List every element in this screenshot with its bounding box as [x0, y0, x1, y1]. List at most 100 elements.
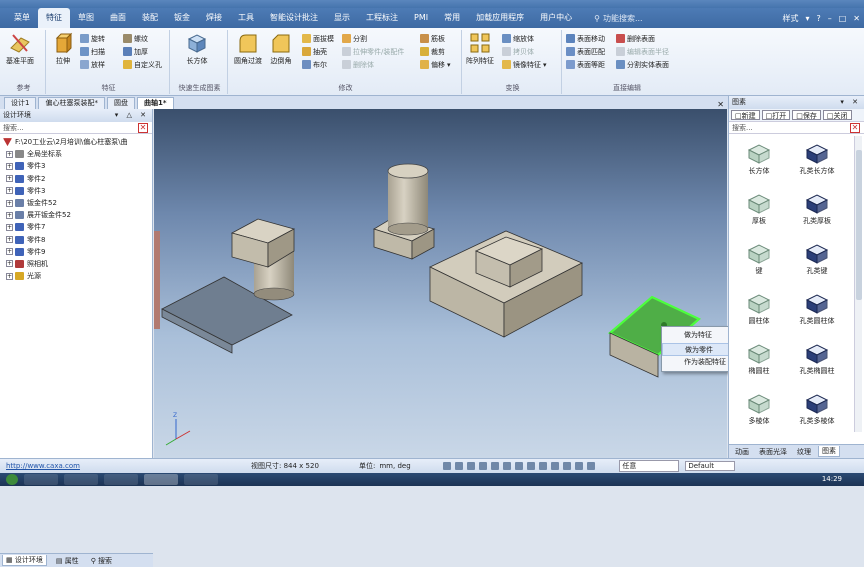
- doc-tab-disc[interactable]: 圆盘: [106, 97, 135, 109]
- website-link[interactable]: http://www.caxa.com: [6, 462, 251, 470]
- menu-tab-user-center[interactable]: 用户中心: [532, 8, 580, 28]
- library-open-button[interactable]: □打开: [761, 110, 791, 120]
- tree-item[interactable]: + 零件3: [0, 185, 152, 197]
- offset-dropdown-icon[interactable]: ▾: [447, 61, 451, 69]
- help-icon[interactable]: ?: [816, 14, 820, 23]
- delete-face-button[interactable]: 删除表面: [616, 33, 655, 44]
- menu-tab-drawing[interactable]: 工程标注: [358, 8, 406, 28]
- draft-button[interactable]: 面拔模: [302, 33, 334, 44]
- menu-tab-sheetmetal[interactable]: 钣金: [166, 8, 198, 28]
- library-item[interactable]: 多棱体: [731, 390, 787, 426]
- taskbar-app-caxa[interactable]: [144, 474, 178, 485]
- taskbar-app-browser[interactable]: [24, 474, 58, 485]
- menu-tab-assembly[interactable]: 装配: [134, 8, 166, 28]
- expand-icon[interactable]: +: [6, 272, 13, 280]
- menu-tab-pmi[interactable]: PMI: [406, 8, 436, 28]
- taskbar-app-other[interactable]: [184, 474, 218, 485]
- library-new-button[interactable]: □新建: [731, 110, 760, 120]
- expand-icon[interactable]: +: [6, 175, 13, 183]
- tree-item[interactable]: + 零件3: [0, 160, 152, 172]
- tree-item[interactable]: + 照相机: [0, 258, 152, 270]
- expand-icon[interactable]: +: [6, 223, 13, 231]
- function-search[interactable]: ⚲ 功能搜索...: [594, 13, 643, 24]
- doc-tab-pump-assembly[interactable]: 偏心柱塞泵装配*: [38, 97, 105, 109]
- start-button-icon[interactable]: [6, 474, 18, 485]
- doc-tab-crankshaft[interactable]: 曲轴1*: [136, 97, 174, 109]
- library-item[interactable]: 孔类圆柱体: [789, 290, 845, 326]
- menu-tab-weld[interactable]: 焊接: [198, 8, 230, 28]
- shade-tool-icon[interactable]: [539, 462, 548, 470]
- select-tool-icon[interactable]: [563, 462, 572, 470]
- taskbar-app-media[interactable]: [104, 474, 138, 485]
- mirror-feature-button[interactable]: 镜像特征 ▾: [502, 59, 547, 70]
- boolean-button[interactable]: 布尔: [302, 59, 327, 70]
- revolve-button[interactable]: 旋转: [80, 33, 105, 44]
- crop-button[interactable]: 裁剪: [420, 46, 445, 57]
- expand-icon[interactable]: +: [6, 260, 13, 268]
- stretch-part-button[interactable]: 拉伸零件/装配件: [342, 46, 404, 57]
- copy-body-button[interactable]: 拷贝体: [502, 46, 534, 57]
- menu-tab-sketch[interactable]: 草图: [70, 8, 102, 28]
- expand-icon[interactable]: +: [6, 236, 13, 244]
- box-button[interactable]: 长方体: [186, 32, 208, 66]
- tree-item[interactable]: + 全局坐标系: [0, 148, 152, 160]
- split-solid-face-button[interactable]: 分割实体表面: [616, 59, 669, 70]
- tree-item[interactable]: + 零件8: [0, 234, 152, 246]
- tree-item[interactable]: + 零件7: [0, 221, 152, 233]
- taskbar-app-explorer[interactable]: [64, 474, 98, 485]
- light-tool-icon[interactable]: [527, 462, 536, 470]
- snap-tool-icon[interactable]: [587, 462, 596, 470]
- mirror-dropdown-icon[interactable]: ▾: [543, 61, 547, 69]
- zoom-tool-icon[interactable]: [467, 462, 476, 470]
- menu-tab-addins[interactable]: 加载应用程序: [468, 8, 532, 28]
- thicken-button[interactable]: 加厚: [123, 46, 148, 57]
- right-panel-controls[interactable]: ▾ ✕: [840, 96, 861, 109]
- edit-face-radius-button[interactable]: 编辑表面半径: [616, 46, 669, 57]
- fit-tool-icon[interactable]: [503, 462, 512, 470]
- tab-animation[interactable]: 动画: [732, 447, 752, 457]
- face-move-button[interactable]: 表面移动: [566, 33, 605, 44]
- library-item[interactable]: 椭圆柱: [731, 340, 787, 376]
- face-offset-button[interactable]: 表面等距: [566, 59, 605, 70]
- tree-root[interactable]: F:\20工业云\2月培训\偏心柱塞泵\曲: [0, 136, 152, 148]
- style-dropdown-icon[interactable]: ▾: [805, 14, 809, 23]
- tab-search[interactable]: ⚲ 搜索: [88, 556, 115, 566]
- library-save-button[interactable]: □保存: [792, 110, 821, 120]
- left-panel-controls[interactable]: ▾ △ ✕: [115, 109, 149, 122]
- render-tool-icon[interactable]: [455, 462, 464, 470]
- expand-icon[interactable]: +: [6, 199, 13, 207]
- delete-body-button[interactable]: 删除体: [342, 59, 374, 70]
- tab-texture[interactable]: 纹理: [794, 447, 814, 457]
- offset-button[interactable]: 偏移 ▾: [420, 59, 451, 70]
- style-menu[interactable]: 样式: [782, 13, 798, 24]
- unit-value[interactable]: mm, deg: [379, 462, 443, 470]
- tree-item[interactable]: + 钣金件52: [0, 197, 152, 209]
- fillet-button[interactable]: 圆角过渡: [234, 32, 262, 66]
- tree-item[interactable]: + 展开钣金件52: [0, 209, 152, 221]
- library-close-button[interactable]: □关闭: [822, 110, 852, 120]
- menu-tab-surface[interactable]: 曲面: [102, 8, 134, 28]
- datum-plane-button[interactable]: 基准平面: [6, 32, 34, 66]
- tree-item[interactable]: + 零件2: [0, 173, 152, 185]
- menu-tab-tools[interactable]: 工具: [230, 8, 262, 28]
- minimize-icon[interactable]: –: [828, 14, 832, 23]
- loft-button[interactable]: 放样: [80, 59, 105, 70]
- rib-button[interactable]: 筋板: [420, 33, 445, 44]
- view-tool-icon[interactable]: [443, 462, 452, 470]
- part-slab-with-box[interactable]: [429, 230, 583, 338]
- thread-button[interactable]: 螺纹: [123, 33, 148, 44]
- tree-search-input[interactable]: 搜索... ✕: [0, 122, 152, 134]
- pan-tool-icon[interactable]: [479, 462, 488, 470]
- doc-tabs-close-icon[interactable]: ✕: [717, 100, 724, 109]
- scheme-dropdown[interactable]: Default: [685, 461, 736, 471]
- library-scroll-thumb[interactable]: [856, 150, 862, 300]
- custom-hole-button[interactable]: 自定义孔: [123, 59, 162, 70]
- filter-tool-icon[interactable]: [575, 462, 584, 470]
- doc-tab-design1[interactable]: 设计1: [4, 97, 37, 109]
- library-item[interactable]: 孔类长方体: [789, 140, 845, 176]
- split-button[interactable]: 分割: [342, 33, 367, 44]
- library-item[interactable]: 键: [731, 240, 787, 276]
- library-search-input[interactable]: 搜索... ✕: [729, 122, 864, 134]
- chamfer-button[interactable]: 边倒角: [270, 32, 292, 66]
- sweep-button[interactable]: 扫描: [80, 46, 105, 57]
